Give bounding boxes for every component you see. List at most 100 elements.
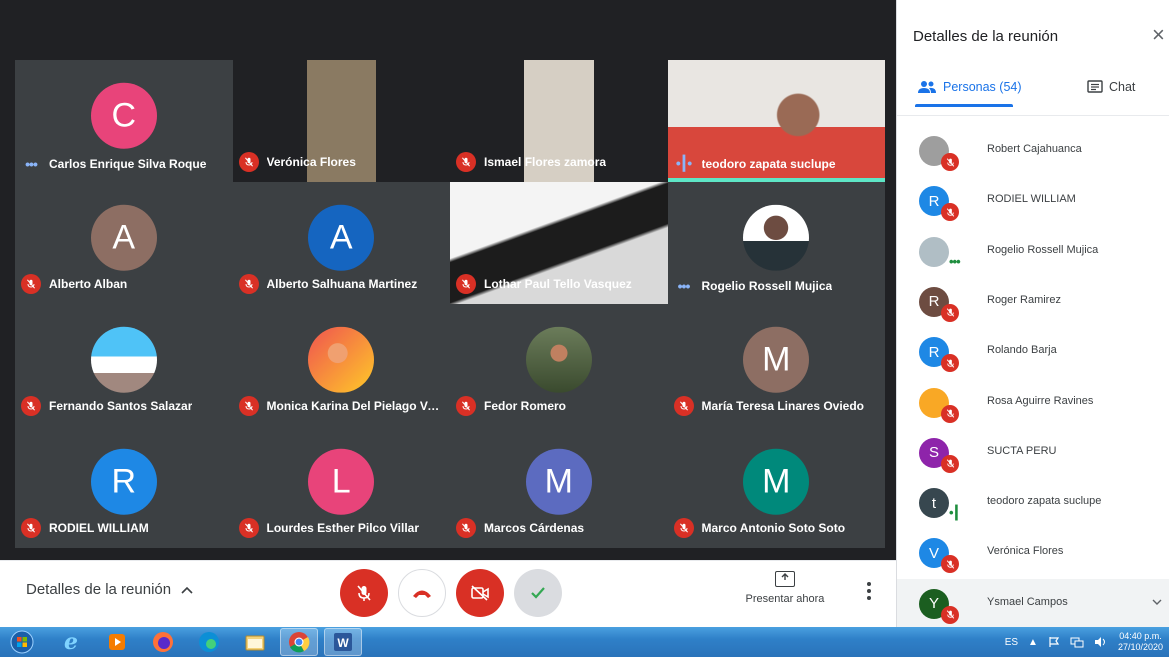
more-options-button[interactable]	[862, 579, 876, 605]
status-check-button[interactable]	[514, 569, 562, 617]
meeting-details-toggle[interactable]: Detalles de la reunión	[26, 581, 193, 598]
people-list[interactable]: Robert Cajahuanca R RODIEL WILLIAM ••• Rogel…	[897, 115, 1169, 627]
mic-off-icon	[244, 401, 253, 411]
participant-tile[interactable]: M María Teresa Linares Oviedo	[667, 304, 885, 426]
clock[interactable]: 04:40 p.m. 27/10/2020	[1118, 631, 1163, 653]
participant-tile[interactable]: R RODIEL WILLIAM	[15, 426, 233, 548]
participant-tile[interactable]: L Lourdes Esther Pilco Villar	[232, 426, 450, 548]
participant-name: Alberto Alban	[49, 277, 128, 291]
participant-name-row: Marco Antonio Soto Soto	[673, 518, 880, 538]
participant-tile[interactable]: ••• Rogelio Rossell Mujica	[667, 182, 885, 304]
participant-tile[interactable]: Fedor Romero	[450, 304, 668, 426]
hang-up-icon	[413, 590, 431, 598]
avatar: t	[919, 488, 949, 519]
participant-name-row: Lourdes Esther Pilco Villar	[238, 518, 445, 538]
participant-list-item[interactable]: Y Ysmael Campos	[897, 578, 1169, 627]
muted-badge	[673, 518, 694, 538]
participant-list-item[interactable]: Rosa Aguirre Ravines	[897, 378, 1169, 428]
taskbar-chrome[interactable]	[280, 628, 318, 656]
camera-toggle-button[interactable]	[456, 569, 504, 617]
participant-name-row: Marcos Cárdenas	[456, 518, 662, 538]
participant-name: teodoro zapata suclupe	[701, 156, 836, 171]
participant-tile[interactable]: M Marcos Cárdenas	[450, 426, 668, 548]
avatar: M	[743, 326, 810, 393]
participant-list-item[interactable]: V Verónica Flores	[897, 528, 1169, 578]
participant-list-item[interactable]: Robert Cajahuanca	[897, 126, 1169, 176]
tray-expand-icon[interactable]: ▲	[1028, 637, 1038, 648]
participant-list-name: Rogelio Rossell Mujica	[987, 243, 1099, 256]
taskbar-firefox[interactable]	[144, 628, 182, 656]
chevron-down-icon[interactable]	[1152, 597, 1162, 607]
start-button[interactable]	[6, 628, 38, 656]
participant-name-row: Fernando Santos Salazar	[21, 396, 227, 416]
mic-off-icon	[244, 523, 253, 533]
muted-badge	[21, 274, 41, 294]
muted-badge	[456, 518, 476, 538]
participant-name: Alberto Salhuana Martinez	[266, 277, 418, 291]
mic-off-icon	[244, 279, 253, 289]
participant-tile[interactable]: C ••• Carlos Enrique Silva Roque	[15, 60, 233, 182]
participant-tile[interactable]: M Marco Antonio Soto Soto	[667, 426, 885, 548]
tab-people[interactable]: Personas (54)	[917, 80, 1022, 94]
meeting-details-panel: Detalles de la reunión × Personas (54) C…	[896, 0, 1169, 627]
participant-list-item[interactable]: t •┃ teodoro zapata suclupe	[897, 478, 1169, 528]
muted-badge	[941, 203, 959, 222]
word-icon: W	[334, 633, 352, 651]
mic-off-icon	[946, 459, 954, 468]
participant-name-row: Monica Karina Del Pielago Vasqu...	[238, 396, 444, 416]
muted-badge	[941, 605, 959, 624]
language-indicator[interactable]: ES	[1005, 637, 1018, 648]
taskbar-media-player[interactable]	[98, 628, 136, 656]
avatar	[919, 236, 949, 267]
leave-call-button[interactable]	[398, 569, 446, 617]
participant-list-item[interactable]: S SUCTA PERU	[897, 428, 1169, 478]
microphone-toggle-button[interactable]	[340, 569, 388, 617]
video-stage: C ••• Carlos Enrique Silva Roque Verónica F…	[0, 0, 896, 560]
participant-tile[interactable]: Fernando Santos Salazar	[15, 304, 233, 426]
participant-tile[interactable]: A Alberto Alban	[15, 182, 233, 304]
network-icon[interactable]	[1070, 636, 1084, 648]
participant-tile[interactable]: A Alberto Salhuana Martinez	[232, 182, 450, 304]
participant-name: Fernando Santos Salazar	[49, 399, 193, 413]
taskbar-word[interactable]: W	[324, 628, 362, 656]
active-tab-indicator	[915, 104, 1013, 107]
mic-off-icon	[946, 208, 954, 217]
participant-name: María Teresa Linares Oviedo	[701, 399, 865, 413]
present-now-label: Presentar ahora	[745, 593, 825, 605]
tab-chat[interactable]: Chat	[1087, 80, 1135, 94]
camera-off-icon	[471, 585, 489, 601]
participant-name-row: Ismael Flores zamora	[456, 152, 662, 172]
participant-list-name: Ysmael Campos	[987, 595, 1068, 608]
muted-badge	[456, 396, 476, 416]
taskbar-file-explorer[interactable]	[236, 628, 274, 656]
mic-off-icon	[946, 610, 954, 619]
clock-time: 04:40 p.m.	[1119, 631, 1162, 641]
flag-icon[interactable]	[1048, 636, 1060, 648]
participant-tile[interactable]: Lothar Paul Tello Vasquez	[450, 182, 668, 304]
participant-tile[interactable]: Verónica Flores	[232, 60, 450, 182]
muted-badge	[21, 518, 41, 538]
present-now-button[interactable]: Presentar ahora	[740, 569, 830, 605]
participant-name: RODIEL WILLIAM	[49, 521, 149, 535]
volume-icon[interactable]	[1094, 636, 1108, 648]
participant-tile[interactable]: Ismael Flores zamora	[450, 60, 668, 182]
mic-off-icon	[461, 523, 471, 533]
participant-list-item[interactable]: ••• Rogelio Rossell Mujica	[897, 227, 1169, 277]
participant-list-item[interactable]: R Rolando Barja	[897, 327, 1169, 377]
participant-tile[interactable]: •┃• teodoro zapata suclupe	[667, 60, 885, 182]
close-panel-button[interactable]: ×	[1152, 24, 1165, 46]
mic-off-icon	[244, 157, 253, 167]
participant-list-name: Verónica Flores	[987, 545, 1064, 558]
participant-tile[interactable]: Monica Karina Del Pielago Vasqu...	[232, 304, 450, 426]
avatar	[90, 326, 157, 393]
taskbar-edge[interactable]	[190, 628, 228, 656]
check-icon	[531, 587, 545, 599]
speaking-indicator-icon: •┃	[949, 505, 960, 521]
participant-list-name: teodoro zapata suclupe	[987, 495, 1102, 508]
muted-badge	[941, 454, 959, 473]
participant-name: Marco Antonio Soto Soto	[701, 521, 846, 535]
participant-list-item[interactable]: R Roger Ramirez	[897, 277, 1169, 327]
mic-off-icon	[26, 401, 36, 411]
taskbar-internet-explorer[interactable]: e	[52, 628, 90, 656]
participant-list-item[interactable]: R RODIEL WILLIAM	[897, 176, 1169, 226]
